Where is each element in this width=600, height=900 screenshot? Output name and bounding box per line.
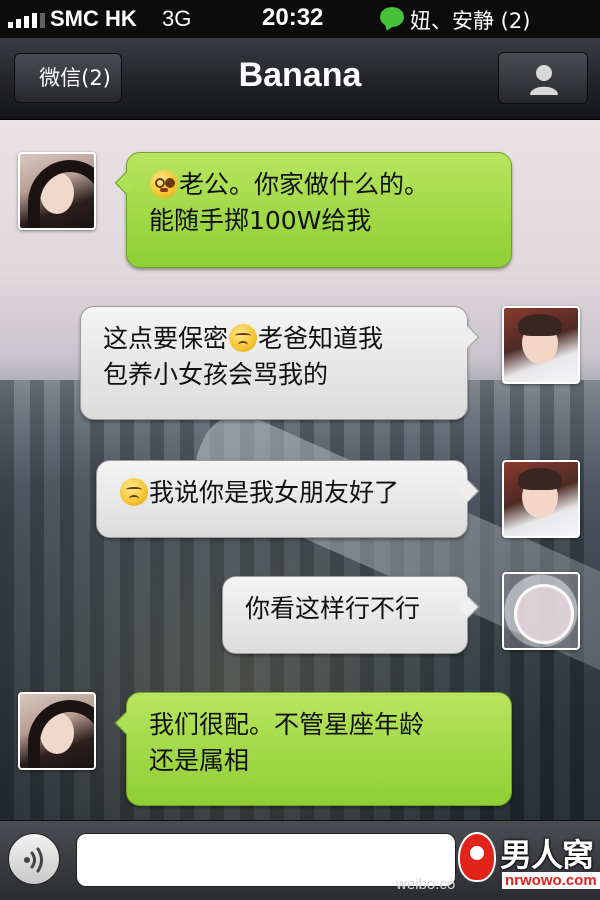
chat-title: Banana: [238, 56, 362, 94]
avatar-girl[interactable]: [18, 152, 96, 230]
chat-area[interactable]: 老公。你家做什么的。 能随手掷100W给我 这点要保密 老爸知道我 包养小女孩会骂…: [0, 120, 600, 820]
avatar-boy[interactable]: [502, 306, 580, 384]
flushed-emoji-icon: [150, 170, 178, 198]
nav-bar: 微信(2) Banana: [0, 38, 600, 120]
sad-emoji-icon: [120, 478, 148, 506]
voice-input-button[interactable]: [8, 833, 60, 885]
site-logo-icon: [458, 832, 496, 882]
message-line: 你看这样行不行: [245, 594, 421, 623]
contact-profile-button[interactable]: [498, 52, 588, 104]
site-watermark-logo: 男人窝 nrwowo.com: [458, 826, 600, 894]
status-bar: SMC HK 3G 20:32 妞、安静 (2): [0, 0, 600, 38]
back-button-label: 微信(2): [39, 66, 111, 90]
message-line: 能随手掷100W给我: [149, 206, 372, 235]
notification-text: 妞、安静 (2): [410, 9, 531, 33]
message-line: 还是属相: [149, 746, 250, 775]
message-line: 包养小女孩会骂我的: [103, 360, 329, 389]
message-bubble-2[interactable]: 这点要保密 老爸知道我 包养小女孩会骂我的: [80, 306, 480, 420]
message-bubble-3[interactable]: 我说你是我女朋友好了: [96, 460, 480, 538]
message-bubble-1[interactable]: 老公。你家做什么的。 能随手掷100W给我: [114, 152, 512, 268]
site-name: 男人窝: [500, 836, 594, 874]
sad-emoji-icon: [229, 324, 258, 352]
avatar-boy[interactable]: [502, 460, 580, 538]
message-line: 我说你是我女朋友好了: [119, 475, 449, 511]
voice-wave-icon: [24, 847, 43, 873]
weibo-watermark: weibo.co: [396, 876, 456, 893]
phone-screen: SMC HK 3G 20:32 妞、安静 (2) 微信(2) Banana 老公…: [0, 0, 600, 900]
message-line: 这点要保密 老爸知道我: [103, 324, 384, 353]
status-time: 20:32: [262, 4, 324, 31]
network-type: 3G: [162, 6, 192, 31]
site-url: nrwowo.com: [502, 872, 600, 889]
avatar-girl[interactable]: [18, 692, 96, 770]
signal-strength-icon: [8, 13, 45, 28]
message-bubble-5[interactable]: 我们很配。不管星座年龄 还是属相: [114, 692, 512, 806]
wechat-bubble-icon: [380, 7, 404, 27]
back-button[interactable]: 微信(2): [14, 53, 122, 103]
message-line: 我们很配。不管星座年龄: [149, 710, 425, 739]
avatar-loading[interactable]: [502, 572, 580, 650]
message-line: 老公。你家做什么的。: [149, 167, 493, 203]
message-bubble-4[interactable]: 你看这样行不行: [222, 576, 480, 654]
carrier-name: SMC HK: [50, 6, 137, 31]
person-icon: [530, 65, 558, 95]
